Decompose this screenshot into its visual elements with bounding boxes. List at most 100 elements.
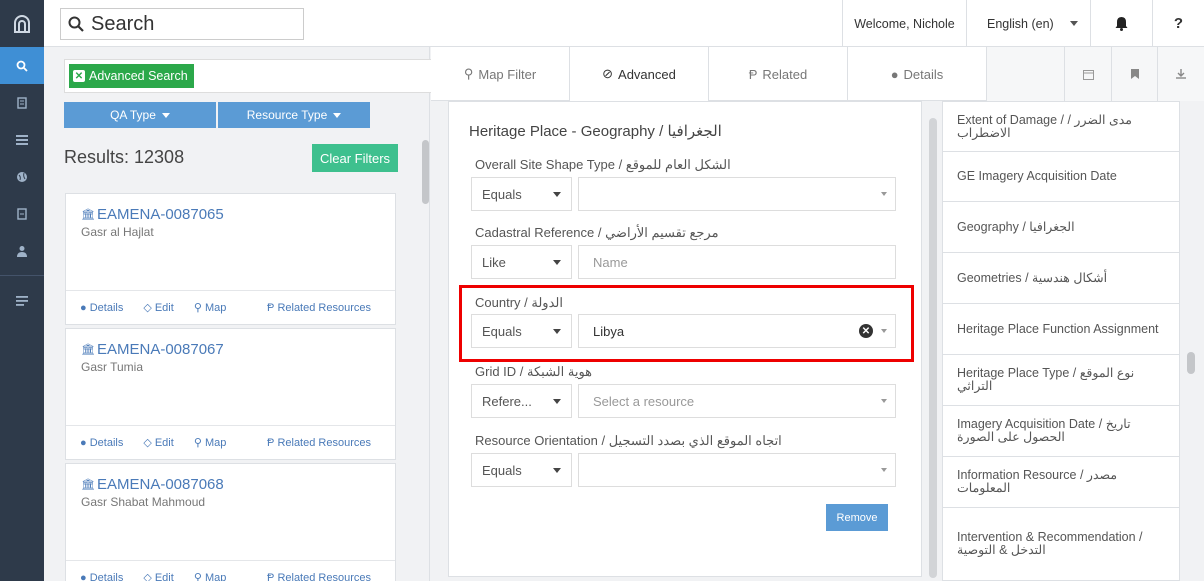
- map-marker-icon: ⚲: [463, 66, 474, 81]
- result-actions: ● Details ◇ Edit ⚲ Map Ᵽ Related Resourc…: [66, 426, 395, 459]
- value-select[interactable]: Libya ✕: [578, 314, 896, 348]
- map-link[interactable]: ⚲ Map: [194, 571, 237, 581]
- info-icon: ●: [890, 66, 899, 82]
- rail-list-icon[interactable]: [0, 121, 44, 158]
- value-input[interactable]: Name: [578, 245, 896, 279]
- download-icon[interactable]: [1158, 47, 1204, 101]
- tab-advanced[interactable]: ⊘ Advanced: [570, 47, 709, 101]
- related-icon: Ᵽ: [748, 66, 758, 82]
- operator-select[interactable]: Equals: [471, 453, 572, 487]
- chevron-down-icon: [881, 329, 887, 333]
- chevron-down-icon: [1069, 21, 1078, 26]
- tab-related[interactable]: Ᵽ Related: [709, 47, 848, 101]
- calendar-icon[interactable]: [1065, 47, 1112, 101]
- result-name: Gasr al Hajlat: [81, 225, 154, 239]
- result-title[interactable]: 🏛 EAMENA-0087068: [81, 476, 380, 493]
- card-list-item[interactable]: Heritage Place Function Assignment: [942, 303, 1180, 355]
- operator-select[interactable]: Like: [471, 245, 572, 279]
- qa-type-filter-button[interactable]: QA Type: [64, 102, 216, 128]
- result-card[interactable]: 🏛 EAMENA-0087065 Gasr al Hajlat ● Details…: [65, 193, 396, 325]
- operator-select[interactable]: Refere...: [471, 384, 572, 418]
- map-link[interactable]: ⚲ Map: [194, 301, 237, 314]
- operator-select[interactable]: Equals: [471, 314, 572, 348]
- card-list-item[interactable]: Geography / الجغرافيا: [942, 201, 1180, 253]
- search-tabs: ⚲ Map Filter ⊘ Advanced Ᵽ Related ● Details: [431, 47, 1204, 101]
- result-title[interactable]: 🏛 EAMENA-0087067: [81, 341, 380, 358]
- edit-link[interactable]: ◇ Edit: [143, 571, 183, 581]
- tab-blank: [987, 47, 1065, 101]
- resource-type-filter-button[interactable]: Resource Type: [218, 102, 370, 128]
- field-label: Country / الدولة: [475, 295, 563, 310]
- language-select[interactable]: English (en): [966, 0, 1090, 47]
- edit-link[interactable]: ◇ Edit: [143, 301, 183, 314]
- remove-button[interactable]: Remove: [826, 504, 888, 531]
- card-list-item[interactable]: Information Resource / مصدر المعلومات: [942, 456, 1180, 508]
- value-select[interactable]: [578, 177, 896, 211]
- tab-details[interactable]: ● Details: [848, 47, 987, 101]
- rail-search-icon[interactable]: [0, 47, 44, 84]
- bookmark-icon[interactable]: [1112, 47, 1158, 101]
- advanced-search-tag[interactable]: ✕ Advanced Search: [69, 64, 194, 88]
- results-scrollbar[interactable]: [422, 140, 429, 204]
- notifications-button[interactable]: [1090, 0, 1152, 47]
- related-resources-link[interactable]: Ᵽ Related Resources: [267, 302, 381, 314]
- operator-select[interactable]: Equals: [471, 177, 572, 211]
- card-list-item[interactable]: Extent of Damage / مدى الضرر / الاضطراب: [942, 101, 1180, 152]
- results-count: Results: 12308: [64, 147, 185, 167]
- search-results-panel: ✕ Advanced Search QA Type Resource Type …: [44, 47, 462, 581]
- related-resources-link[interactable]: Ᵽ Related Resources: [267, 437, 381, 449]
- landmark-icon: 🏛: [81, 208, 95, 221]
- value-select[interactable]: Select a resource: [578, 384, 896, 418]
- rail-divider: [0, 275, 44, 276]
- rail-bookmark-icon[interactable]: [0, 84, 44, 121]
- card-list-item[interactable]: Geometries / أشكال هندسية: [942, 252, 1180, 304]
- result-title[interactable]: 🏛 EAMENA-0087065: [81, 206, 380, 223]
- clear-filters-button[interactable]: Clear Filters: [312, 144, 398, 172]
- details-link[interactable]: ● Details: [80, 572, 133, 581]
- field-label: Resource Orientation / اتجاه الموقع الذي…: [475, 433, 782, 448]
- value-select[interactable]: [578, 453, 896, 487]
- card-list-item[interactable]: Intervention & Recommendation / التدخل &…: [942, 507, 1180, 581]
- rail-globe-icon[interactable]: [0, 158, 44, 195]
- card-list-item[interactable]: GE Imagery Acquisition Date: [942, 151, 1180, 202]
- result-card[interactable]: 🏛 EAMENA-0087068 Gasr Shabat Mahmoud ● De…: [65, 463, 396, 581]
- card-list-item[interactable]: Imagery Acquisition Date / تاريخ الحصول …: [942, 405, 1180, 457]
- field-label: Grid ID / هوية الشبكة: [475, 364, 593, 379]
- result-actions: ● Details ◇ Edit ⚲ Map Ᵽ Related Resourc…: [66, 291, 395, 324]
- chevron-down-icon: [553, 328, 561, 334]
- map-link[interactable]: ⚲ Map: [194, 436, 237, 449]
- search-term-select[interactable]: ✕ Advanced Search: [64, 59, 462, 93]
- related-resources-link[interactable]: Ᵽ Related Resources: [267, 572, 381, 581]
- app-logo[interactable]: [0, 0, 44, 47]
- search-box[interactable]: Search: [60, 8, 304, 40]
- filter-scrollbar[interactable]: [929, 118, 937, 578]
- search-icon: [61, 16, 91, 32]
- remove-tag-icon[interactable]: ✕: [73, 70, 85, 82]
- card-title: Heritage Place - Geography / الجغرافيا: [469, 123, 722, 140]
- welcome-user[interactable]: Welcome, Nichole: [842, 0, 966, 47]
- chevron-down-icon: [161, 112, 170, 118]
- result-name: Gasr Shabat Mahmoud: [81, 495, 206, 509]
- edit-link[interactable]: ◇ Edit: [143, 436, 183, 449]
- landmark-icon: 🏛: [81, 343, 95, 356]
- top-bar: Search Welcome, Nichole English (en) ?: [44, 0, 1204, 47]
- chevron-down-icon: [333, 112, 342, 118]
- chevron-down-icon: [553, 467, 561, 473]
- card-list-scrollbar[interactable]: [1187, 352, 1195, 374]
- details-link[interactable]: ● Details: [80, 437, 133, 449]
- resource-type-label: Resource Type: [246, 108, 328, 122]
- help-button[interactable]: ?: [1152, 0, 1204, 47]
- card-list-item[interactable]: Heritage Place Type / نوع الموقع التراثي: [942, 354, 1180, 406]
- tab-map-filter[interactable]: ⚲ Map Filter: [431, 47, 570, 101]
- qa-type-label: QA Type: [110, 108, 156, 122]
- rail-menu-icon[interactable]: [0, 282, 44, 319]
- details-link[interactable]: ● Details: [80, 302, 133, 314]
- result-card[interactable]: 🏛 EAMENA-0087067 Gasr Tumia ● Details ◇ E…: [65, 328, 396, 460]
- clear-value-icon[interactable]: ✕: [859, 324, 873, 338]
- rail-file-icon[interactable]: [0, 195, 44, 232]
- chevron-down-icon: [881, 399, 887, 403]
- chevron-down-icon: [553, 191, 561, 197]
- check-circle-icon: ⊘: [602, 66, 614, 81]
- icon-rail: [0, 0, 44, 581]
- rail-user-icon[interactable]: [0, 232, 44, 269]
